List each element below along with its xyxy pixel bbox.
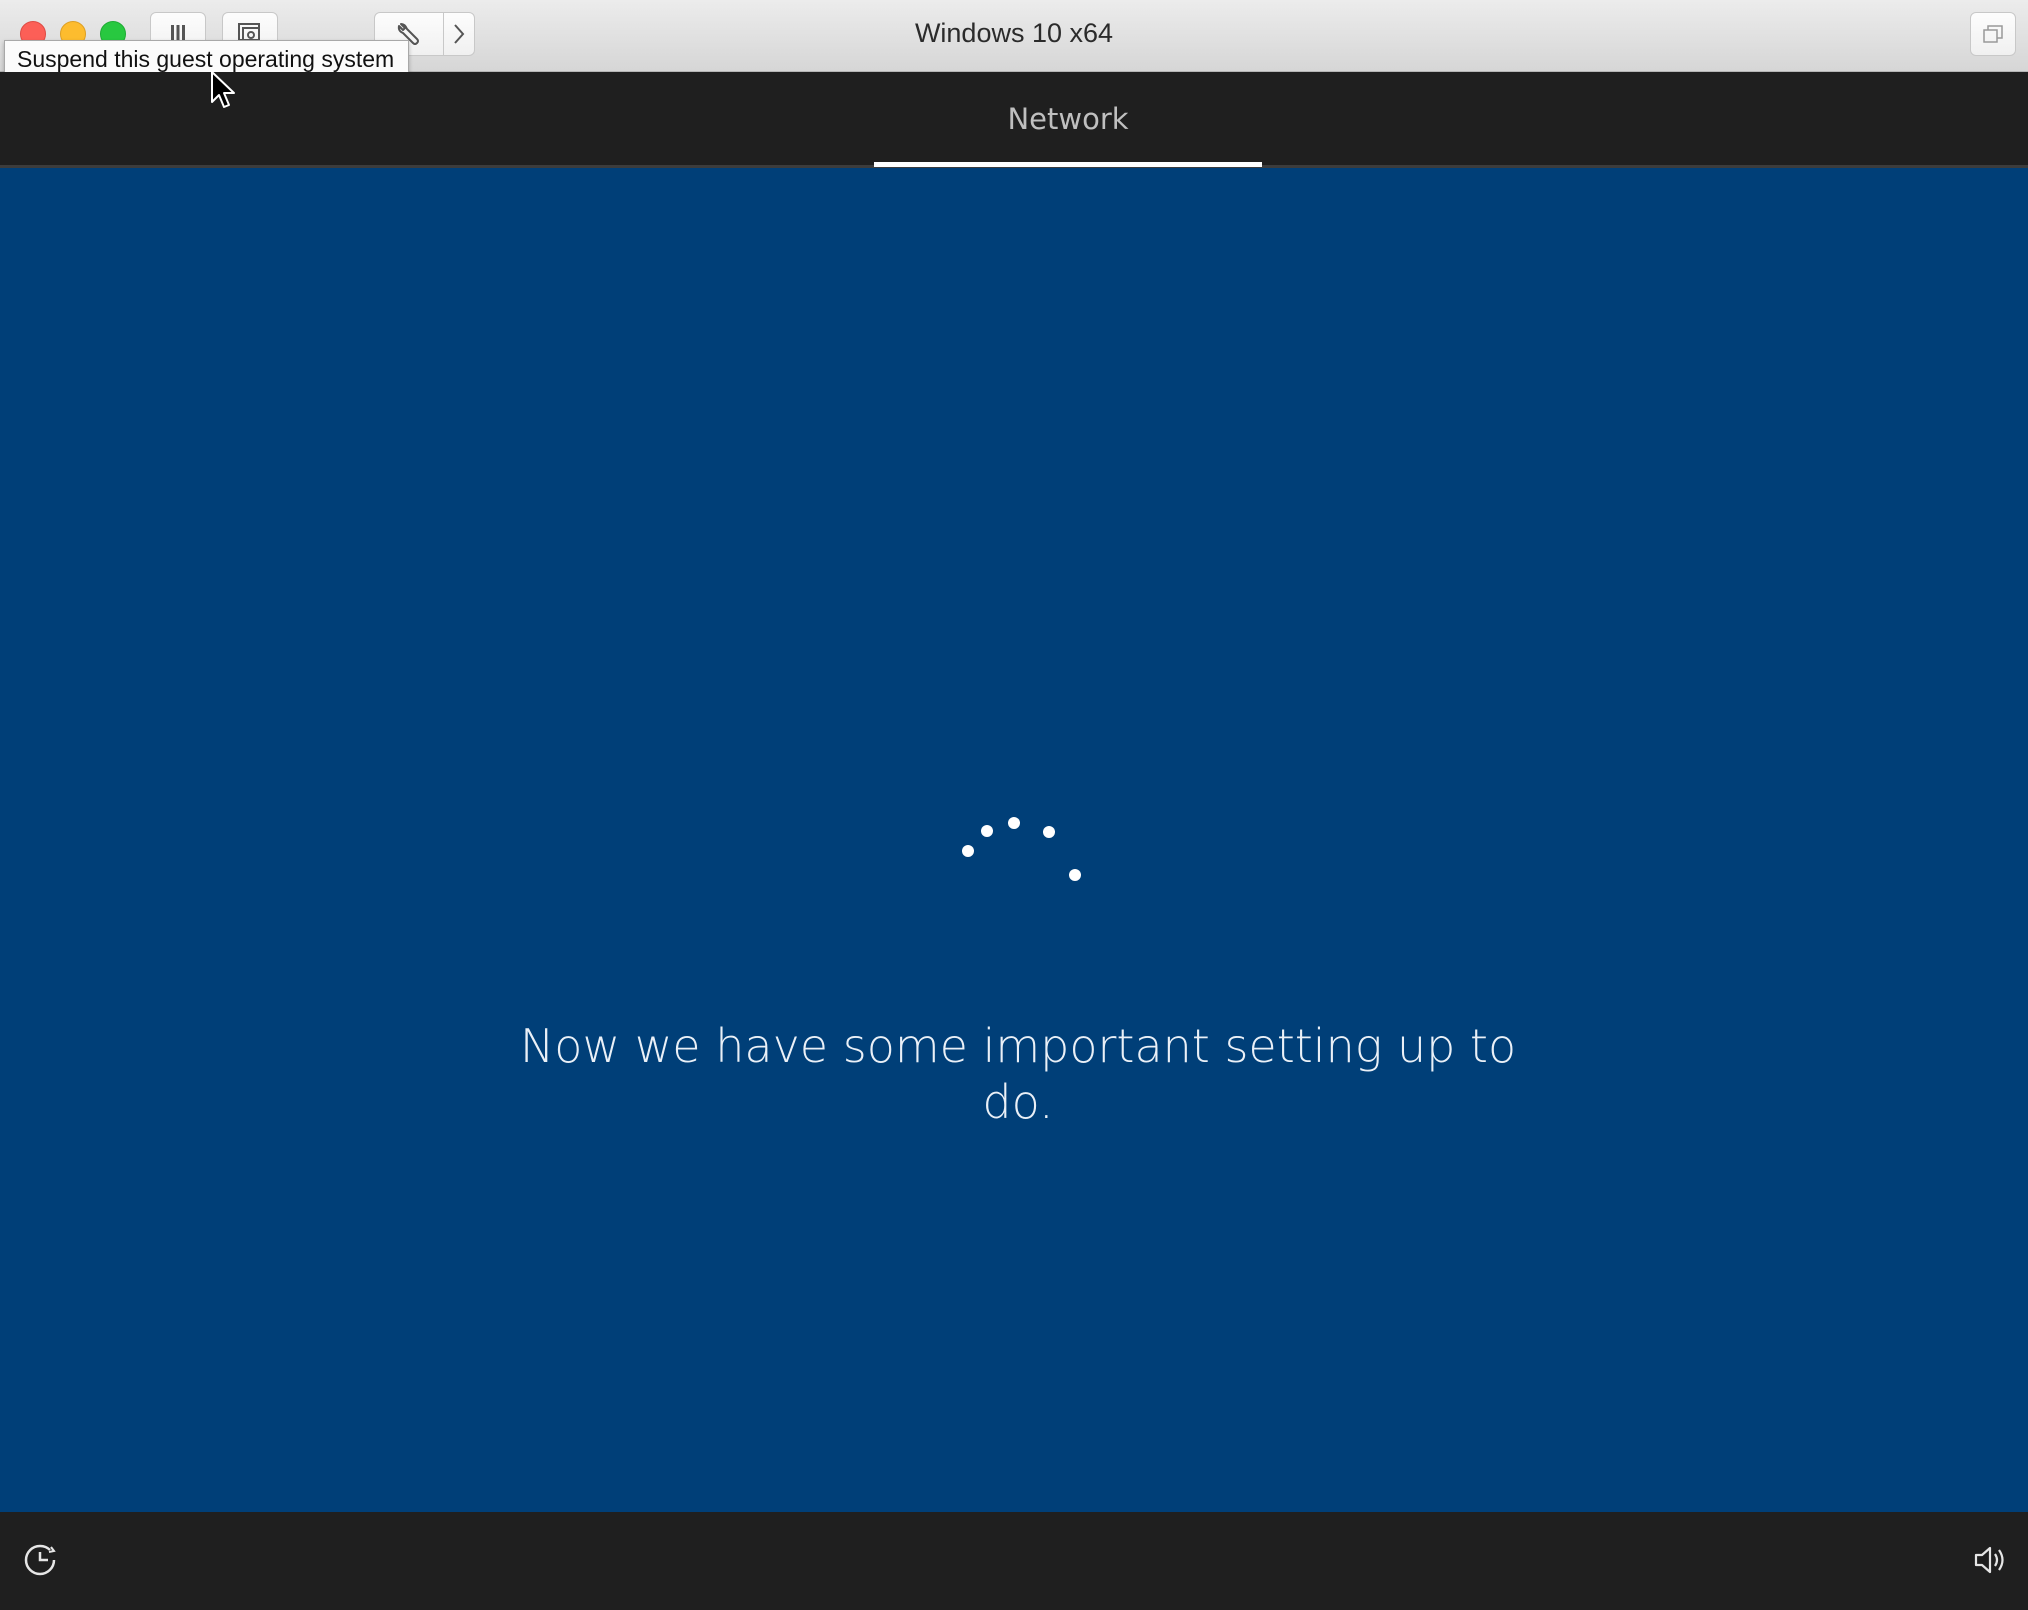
tab-network: Network xyxy=(1007,101,1129,136)
oobe-bottom-bar xyxy=(0,1512,2028,1610)
oobe-header: Network xyxy=(0,72,2028,168)
volume-icon xyxy=(1974,1546,2004,1574)
tab-active-indicator xyxy=(874,162,1262,167)
setup-message: Now we have some important setting up to… xyxy=(519,1019,1517,1129)
window-restore-icon xyxy=(1983,25,2003,43)
oobe-content: Now we have some important setting up to… xyxy=(0,168,2028,1512)
restore-button[interactable] xyxy=(1970,12,2016,56)
ease-of-access-icon xyxy=(24,1544,56,1576)
ease-of-access-button[interactable] xyxy=(22,1542,58,1582)
mouse-cursor-icon xyxy=(211,71,235,108)
volume-button[interactable] xyxy=(1972,1542,2008,1582)
loading-spinner-icon xyxy=(962,817,1081,881)
vm-window: Windows 10 x64 Suspend this guest operat… xyxy=(0,0,2028,1610)
